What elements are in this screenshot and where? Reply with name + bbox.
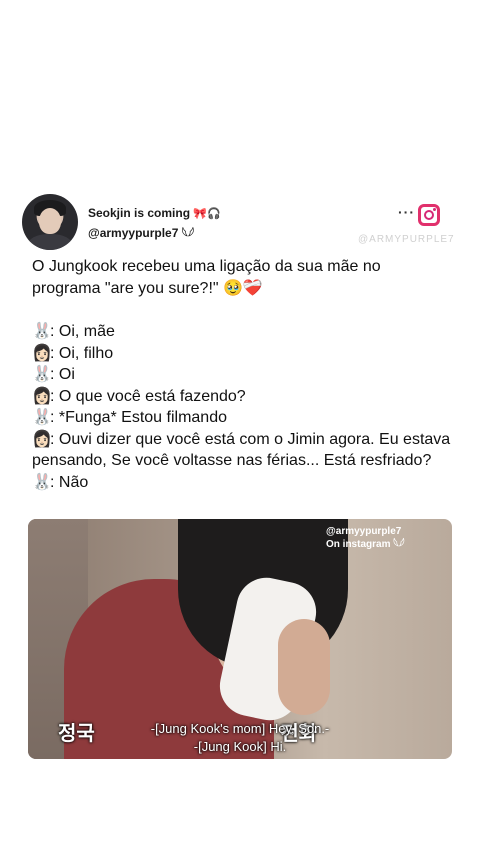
dialogue-text: : Oi <box>50 366 75 383</box>
dialogue-text: : Oi, mãe <box>50 323 115 340</box>
display-name-text: Seokjin is coming <box>88 206 191 220</box>
woman-icon: 👩🏻 <box>32 344 52 362</box>
video-frame[interactable]: @armyypurple7 On instagram 𓆩𓆪 정국 전화 -[Ju… <box>28 519 452 759</box>
handle-emoji: 𓆩𓆪 <box>181 228 195 240</box>
more-dots-icon[interactable]: ··· <box>398 204 415 220</box>
handle[interactable]: @armyypurple7 𓆩𓆪 <box>88 222 194 241</box>
handle-text: @armyypurple7 <box>88 226 179 240</box>
video-watermark: @armyypurple7 On instagram 𓆩𓆪 <box>326 525 404 551</box>
dialogue-line: 🐰: Oi <box>32 364 452 386</box>
bunny-icon: 🐰 <box>32 473 52 491</box>
dialogue-line: 🐰: *Funga* Estou filmando <box>32 407 452 429</box>
post-header: Seokjin is coming 🎀🎧 @armyypurple7 𓆩𓆪 ··… <box>22 194 455 250</box>
subtitle-line: -[Jung Kook] Hi. <box>193 739 287 754</box>
dialogue-text: : Oi, filho <box>50 344 114 362</box>
display-name[interactable]: Seokjin is coming 🎀🎧 <box>88 206 221 220</box>
post-intro: O Jungkook recebeu uma ligação da sua mã… <box>32 258 381 297</box>
bunny-icon: 🐰 <box>32 366 52 383</box>
avatar-body <box>28 234 72 250</box>
video-watermark-handle: @armyypurple7 <box>326 526 402 537</box>
dialogue-line: 👩🏻: Oi, filho <box>32 343 452 365</box>
display-name-emoji: 🎀🎧 <box>193 208 221 220</box>
dialogue-text: : *Funga* Estou filmando <box>50 409 227 426</box>
post-body: O Jungkook recebeu uma ligação da sua mã… <box>32 256 452 493</box>
avatar-face <box>39 208 61 234</box>
video-watermark-platform: On instagram 𓆩𓆪 <box>326 539 405 550</box>
dialogue-line: 👩🏻: O que você está fazendo? <box>32 386 452 408</box>
woman-icon: 👩🏻 <box>32 430 52 448</box>
dialogue-text: : O que você está fazendo? <box>50 387 246 405</box>
dialogue-line: 🐰: Oi, mãe <box>32 321 452 343</box>
person-hand <box>278 619 330 715</box>
dialogue-text: : Não <box>50 473 89 491</box>
avatar[interactable] <box>22 194 78 250</box>
dialogue-line: 🐰: Não <box>32 472 452 494</box>
dialogue-text: : Ouvi dizer que você está com o Jimin a… <box>32 430 451 470</box>
watermark: @ARMYPURPLE7 <box>358 234 455 245</box>
woman-icon: 👩🏻 <box>32 387 52 405</box>
dialogue-line: 👩🏻: Ouvi dizer que você está com o Jimin… <box>32 429 452 472</box>
bunny-icon: 🐰 <box>32 409 52 426</box>
subtitle-line: -[Jung Kook's mom] Hey, Son.- <box>150 721 330 736</box>
instagram-icon[interactable] <box>418 204 440 226</box>
bunny-icon: 🐰 <box>32 323 52 340</box>
